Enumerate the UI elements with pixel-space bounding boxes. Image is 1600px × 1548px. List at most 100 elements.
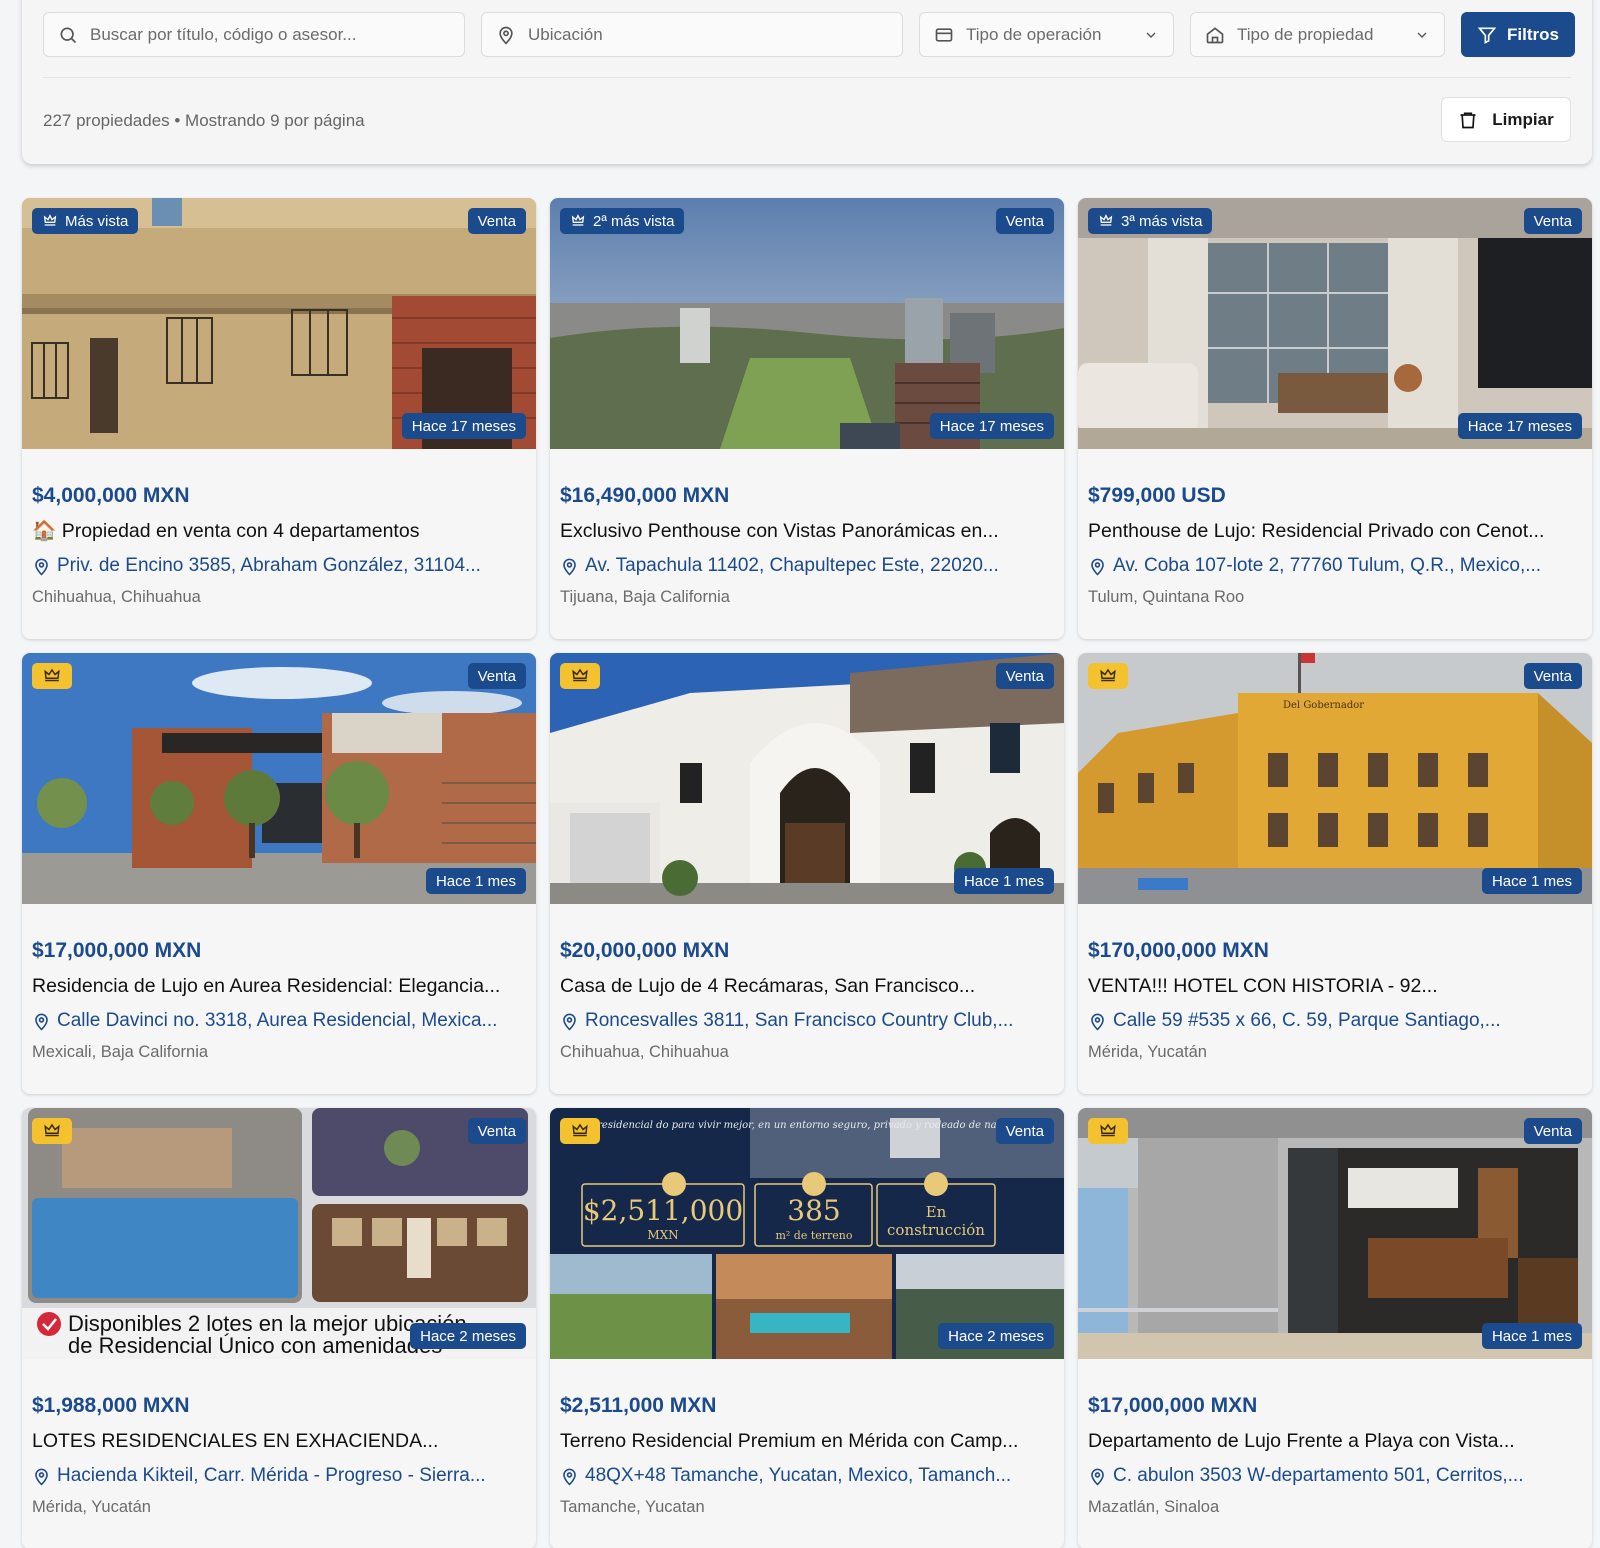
featured-badge — [1088, 663, 1128, 689]
property-title[interactable]: Residencia de Lujo en Aurea Residencial:… — [32, 973, 526, 999]
price: $17,000,000 MXN — [1088, 1394, 1258, 1417]
address: Roncesvalles 3811, San Francisco Country… — [560, 1008, 1054, 1034]
address: Calle Davinci no. 3318, Aurea Residencia… — [32, 1008, 526, 1034]
search-input[interactable]: Buscar por título, código o asesor... — [43, 12, 465, 57]
age-badge: Hace 17 meses — [401, 413, 526, 439]
crown-icon — [1100, 1123, 1116, 1137]
card-icon — [935, 27, 953, 42]
featured-badge — [32, 663, 72, 689]
operation-badge: Venta — [1523, 1118, 1582, 1144]
property-title[interactable]: VENTA!!! HOTEL CON HISTORIA - 92... — [1088, 973, 1582, 999]
divider — [43, 77, 1571, 78]
promo-status-2: construcción — [887, 1221, 985, 1239]
featured-badge — [560, 663, 600, 689]
age-badge: Hace 1 mes — [1481, 1323, 1582, 1349]
filters-button[interactable]: Filtros — [1461, 12, 1575, 57]
property-card[interactable]: Venta Hace 1 mes $20,000,000 MXN Casa de… — [550, 653, 1064, 1094]
city: Chihuahua, Chihuahua — [560, 1043, 729, 1061]
price: $1,988,000 MXN — [32, 1394, 190, 1417]
rank-badge: 2ª más vista — [560, 208, 685, 234]
map-pin-icon — [35, 558, 48, 575]
rank-badge: 3ª más vista — [1088, 208, 1213, 234]
promo-caption: arrollo residencial do para vivir mejor,… — [560, 1120, 1041, 1131]
address: Av. Tapachula 11402, Chapultepec Este, 2… — [560, 553, 1054, 579]
age-badge: Hace 2 meses — [938, 1323, 1054, 1349]
property-image: Del Gobernador — [1078, 653, 1592, 904]
crown-icon — [572, 668, 588, 682]
operation-badge: Venta — [467, 208, 526, 234]
property-title[interactable]: Exclusivo Penthouse con Vistas Panorámic… — [560, 518, 1054, 544]
price: $16,490,000 MXN — [560, 484, 730, 507]
location-input[interactable]: Ubicación — [481, 12, 903, 57]
property-photo[interactable]: Disponibles 2 lotes en la mejor ubicació… — [22, 1108, 536, 1359]
property-photo[interactable]: Del Gobernador Venta Hace 1 mes — [1078, 653, 1592, 904]
property-photo[interactable]: Venta Hace 1 mes — [550, 653, 1064, 904]
map-pin-icon — [35, 1013, 48, 1030]
city: Tijuana, Baja California — [560, 588, 730, 606]
property-title[interactable]: Departamento de Lujo Frente a Playa con … — [1088, 1428, 1582, 1454]
operation-badge: Venta — [1523, 663, 1582, 689]
city: Mazatlán, Sinaloa — [1088, 1498, 1220, 1516]
property-photo[interactable]: Venta Hace 1 mes — [22, 653, 536, 904]
city: Chihuahua, Chihuahua — [32, 588, 201, 606]
property-type-label: Tipo de propiedad — [1237, 24, 1374, 44]
map-pin-icon — [1091, 1013, 1104, 1030]
property-title[interactable]: Terreno Residencial Premium en Mérida co… — [560, 1428, 1054, 1454]
search-placeholder: Buscar por título, código o asesor... — [90, 24, 357, 44]
address: Av. Coba 107-lote 2, 77760 Tulum, Q.R., … — [1088, 553, 1582, 579]
age-badge: Hace 1 mes — [953, 868, 1054, 894]
property-photo[interactable]: Venta Hace 1 mes — [1078, 1108, 1592, 1359]
crown-icon — [1100, 668, 1116, 682]
age-badge: Hace 2 meses — [410, 1323, 526, 1349]
price: $799,000 USD — [1088, 484, 1226, 507]
operation-badge: Venta — [467, 1118, 526, 1144]
address: Priv. de Encino 3585, Abraham González, … — [32, 553, 526, 579]
property-photo[interactable]: 2ª más vista Venta Hace 17 meses — [550, 198, 1064, 449]
age-badge: Hace 1 mes — [425, 868, 526, 894]
featured-badge — [1088, 1118, 1128, 1144]
operation-badge: Venta — [995, 663, 1054, 689]
city: Mérida, Yucatán — [32, 1498, 151, 1516]
property-photo[interactable]: Más vista Venta Hace 17 meses — [22, 198, 536, 449]
property-photo[interactable]: arrollo residencial do para vivir mejor,… — [550, 1108, 1064, 1359]
age-badge: Hace 17 meses — [929, 413, 1054, 439]
city: Mérida, Yucatán — [1088, 1043, 1207, 1061]
operation-type-select[interactable]: Tipo de operación — [919, 12, 1174, 57]
property-card[interactable]: arrollo residencial do para vivir mejor,… — [550, 1108, 1064, 1548]
property-title[interactable]: LOTES RESIDENCIALES EN EXHACIENDA... — [32, 1428, 526, 1454]
rank-badge: Más vista — [32, 208, 139, 234]
price: $17,000,000 MXN — [32, 939, 202, 962]
map-pin-icon — [1091, 558, 1104, 575]
map-pin-icon — [563, 558, 576, 575]
filter-icon — [1477, 27, 1497, 44]
property-card[interactable]: Venta Hace 1 mes $17,000,000 MXN Departa… — [1078, 1108, 1592, 1548]
city: Tamanche, Yucatan — [560, 1498, 705, 1516]
promo-area: 385 — [787, 1194, 840, 1227]
property-card[interactable]: Venta Hace 1 mes $17,000,000 MXN Residen… — [22, 653, 536, 1094]
property-image — [550, 198, 1064, 449]
award-icon — [43, 214, 57, 226]
operation-badge: Venta — [467, 663, 526, 689]
property-image: Disponibles 2 lotes en la mejor ubicació… — [22, 1108, 536, 1359]
price: $170,000,000 MXN — [1088, 939, 1269, 962]
property-title[interactable]: 🏠 Propiedad en venta con 4 departamentos — [32, 518, 526, 544]
trash-icon — [1460, 112, 1476, 128]
property-card[interactable]: Más vista Venta Hace 17 meses $4,000,000… — [22, 198, 536, 639]
clear-button[interactable]: Limpiar — [1441, 97, 1571, 142]
property-photo[interactable]: 3ª más vista Venta Hace 17 meses — [1078, 198, 1592, 449]
property-title[interactable]: Casa de Lujo de 4 Recámaras, San Francis… — [560, 973, 1054, 999]
property-card[interactable]: Disponibles 2 lotes en la mejor ubicació… — [22, 1108, 536, 1548]
property-card[interactable]: 2ª más vista Venta Hace 17 meses $16,490… — [550, 198, 1064, 639]
property-image — [1078, 1108, 1592, 1359]
crown-icon — [44, 668, 60, 682]
award-icon — [1099, 214, 1113, 226]
property-card[interactable]: Del Gobernador Venta Hace 1 mes $170,000… — [1078, 653, 1592, 1094]
crown-icon — [572, 1123, 588, 1137]
promo-price: $2,511,000 — [583, 1194, 743, 1227]
property-card[interactable]: 3ª más vista Venta Hace 17 meses $799,00… — [1078, 198, 1592, 639]
property-title[interactable]: Penthouse de Lujo: Residencial Privado c… — [1088, 518, 1582, 544]
property-image — [22, 653, 536, 904]
map-pin-icon — [1091, 1468, 1104, 1485]
property-type-select[interactable]: Tipo de propiedad — [1190, 12, 1445, 57]
operation-badge: Venta — [995, 1118, 1054, 1144]
